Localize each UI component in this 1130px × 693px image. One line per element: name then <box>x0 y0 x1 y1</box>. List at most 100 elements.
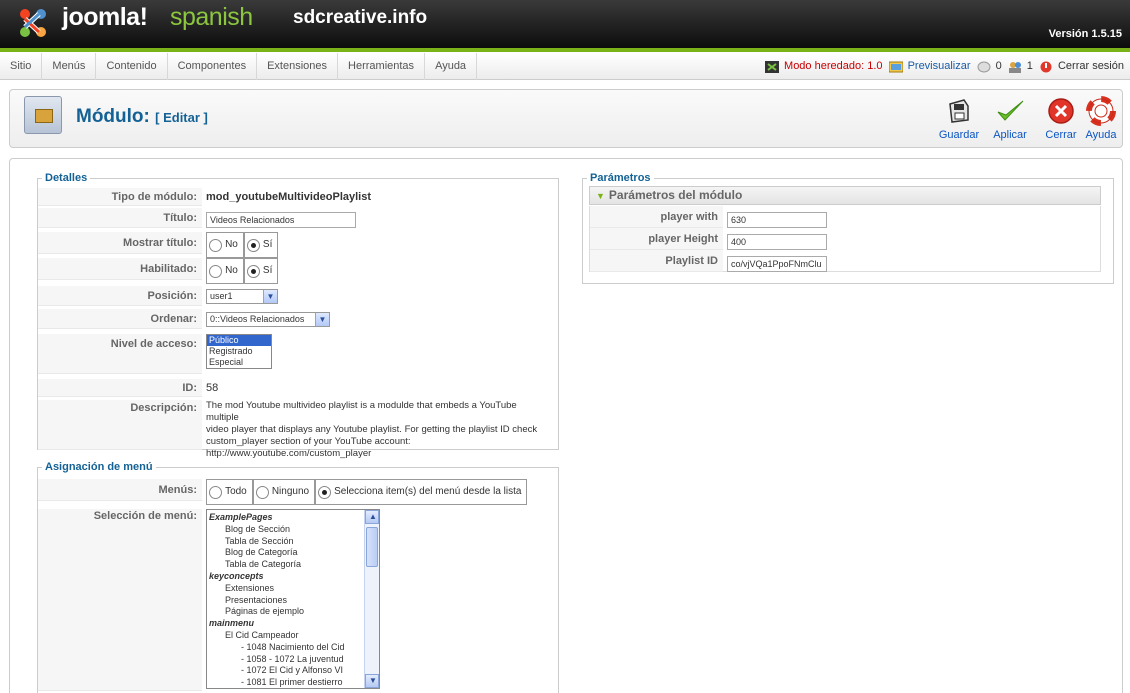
module-type-value: mod_youtubeMultivideoPlaylist <box>206 191 372 203</box>
menu-tree-item[interactable]: Blog de Categoría <box>209 547 379 559</box>
order-select-value: 0::Videos Relacionados <box>210 313 305 324</box>
menu-tree-item[interactable]: - 1048 Nacimiento del Cid <box>209 642 379 654</box>
show-title-label: Mostrar título: <box>38 232 202 254</box>
help-label: Ayuda <box>1085 129 1117 141</box>
menu-tree-item[interactable]: El Cid Campeador <box>209 630 379 642</box>
order-select[interactable]: 0::Videos Relacionados ▼ <box>206 311 330 327</box>
menu-tree-item[interactable]: Blog de Sección <box>209 524 379 536</box>
menus-radio-none[interactable] <box>255 485 269 499</box>
access-label: Nivel de acceso: <box>38 334 202 374</box>
menu-selection-listbox[interactable]: ExamplePages Blog de Sección Tabla de Secc… <box>206 509 380 689</box>
preview-link[interactable]: Previsualizar <box>888 60 971 72</box>
menu-tree-item[interactable]: Páginas de ejemplo <box>209 606 379 618</box>
show-title-radio-yes[interactable] <box>246 238 260 252</box>
menu-tree-item[interactable]: Tabla de Categoría <box>209 559 379 571</box>
params-legend: Parámetros <box>590 172 651 184</box>
params-fieldset: Parámetros ▼ Parámetros del módulo player… <box>582 172 1114 284</box>
player-height-input[interactable] <box>727 234 827 250</box>
messages-count[interactable]: 0 <box>977 60 1002 72</box>
row-menus: Menús: Todo Ninguno Selecciona item(s) d… <box>38 479 528 506</box>
menu-assignment-legend: Asignación de menú <box>45 461 153 473</box>
scroll-down-icon[interactable]: ▼ <box>365 674 379 688</box>
scroll-up-icon[interactable]: ▲ <box>365 510 379 524</box>
row-id: ID: 58 <box>38 379 218 397</box>
close-icon <box>1048 98 1074 124</box>
enabled-radio-yes[interactable] <box>246 264 260 278</box>
menu-tree-item[interactable]: - 1058 - 1072 La juventud <box>209 654 379 666</box>
menu-item-extensiones[interactable]: Extensiones <box>257 53 339 80</box>
menu-tree-item[interactable]: Extensiones <box>209 583 379 595</box>
menu-tree-item[interactable]: - 1081 El primer destierro <box>209 677 379 688</box>
page-subtitle: [ Editar ] <box>155 110 208 125</box>
save-icon <box>949 99 969 123</box>
menu-item-herramientas[interactable]: Herramientas <box>338 53 426 80</box>
chevron-down-icon: ▼ <box>263 289 277 303</box>
description-line-1: The mod Youtube multivideo playlist is a… <box>206 400 517 423</box>
show-title-yes-label: Sí <box>262 239 273 251</box>
menus-radio-select-box: Selecciona item(s) del menú desde la lis… <box>315 479 528 506</box>
listbox-scrollbar[interactable]: ▲ ▼ <box>364 510 379 688</box>
menu-tree-item[interactable]: Tabla de Sección <box>209 536 379 548</box>
menu-item-menus[interactable]: Menús <box>42 53 97 80</box>
position-select-value: user1 <box>210 290 233 301</box>
position-select[interactable]: user1 ▼ <box>206 288 278 304</box>
row-menu-selection: Selección de menú: ExamplePages Blog de S… <box>38 509 380 691</box>
toolbar: Módulo: [ Editar ] Guardar Aplicar Cerra… <box>9 89 1123 148</box>
description-line-3: custom_player section of your YouTube ac… <box>206 436 411 447</box>
menu-item-contenido[interactable]: Contenido <box>96 53 168 80</box>
access-option-registered[interactable]: Registrado <box>207 346 271 357</box>
params-table: player with player Height Playlist ID <box>589 206 1101 272</box>
player-height-label: player Height <box>590 228 723 250</box>
access-option-special[interactable]: Especial <box>207 357 271 368</box>
title-input[interactable] <box>206 212 356 228</box>
menus-all-label: Todo <box>225 486 247 498</box>
logout-link[interactable]: Cerrar sesión <box>1039 60 1124 72</box>
menu-tree-item[interactable]: - 1072 El Cid y Alfonso VI <box>209 665 379 677</box>
row-player-height: player Height <box>590 228 827 250</box>
menus-radio-all[interactable] <box>209 485 222 499</box>
menu-item-sitio[interactable]: Sitio <box>0 53 43 80</box>
params-section-title: Parámetros del módulo <box>608 188 743 202</box>
content-area: Detalles Tipo de módulo: mod_youtubeMult… <box>9 158 1123 693</box>
menu-item-componentes[interactable]: Componentes <box>168 53 258 80</box>
apply-button[interactable]: Aplicar <box>987 96 1033 144</box>
save-button[interactable]: Guardar <box>936 96 982 144</box>
title-label: Título: <box>38 208 202 228</box>
row-player-width: player with <box>590 206 827 228</box>
legacy-mode-icon <box>764 60 779 73</box>
menus-none-label: Ninguno <box>271 486 310 498</box>
expand-triangle-icon: ▼ <box>596 191 605 201</box>
show-title-radio-no-box: No <box>206 232 244 259</box>
row-module-type: Tipo de módulo: mod_youtubeMultivideoPla… <box>38 188 371 206</box>
description-line-4: http://www.youtube.com/custom_player <box>206 448 372 459</box>
playlist-id-input[interactable] <box>727 256 827 272</box>
id-value: 58 <box>206 382 219 394</box>
menu-tree-group[interactable]: ExamplePages <box>209 512 379 524</box>
menu-tree-item[interactable]: Presentaciones <box>209 595 379 607</box>
playlist-id-label: Playlist ID <box>590 250 723 272</box>
menu-item-ayuda[interactable]: Ayuda <box>425 53 478 80</box>
scroll-thumb[interactable] <box>366 527 378 567</box>
enabled-radio-no-box: No <box>206 258 244 285</box>
enabled-radio-no[interactable] <box>209 264 222 278</box>
help-button[interactable]: Ayuda <box>1078 96 1124 144</box>
params-section-header[interactable]: ▼ Parámetros del módulo <box>589 186 1101 205</box>
access-option-public[interactable]: Público <box>207 335 271 346</box>
row-access: Nivel de acceso: Público Registrado Espe… <box>38 334 272 374</box>
legacy-mode-label: Modo heredado: 1.0 <box>784 60 883 73</box>
menu-bar: Sitio Menús Contenido Componentes Extens… <box>0 53 1130 80</box>
menus-radio-select[interactable] <box>318 485 332 499</box>
menus-label: Menús: <box>38 479 202 501</box>
details-legend: Detalles <box>45 172 88 184</box>
menus-radio-all-box: Todo <box>206 479 253 506</box>
menu-tree-group[interactable]: mainmenu <box>209 618 379 630</box>
save-label: Guardar <box>938 129 980 141</box>
player-width-input[interactable] <box>727 212 827 228</box>
menu-tree-group[interactable]: keyconcepts <box>209 571 379 583</box>
access-listbox[interactable]: Público Registrado Especial <box>206 334 272 369</box>
show-title-radio-no[interactable] <box>209 238 222 252</box>
users-icon <box>1008 61 1021 73</box>
status-area: Modo heredado: 1.0 Previsualizar 0 1 Cer… <box>764 53 1124 80</box>
menus-radio-none-box: Ninguno <box>252 479 316 506</box>
users-count[interactable]: 1 <box>1008 60 1033 73</box>
